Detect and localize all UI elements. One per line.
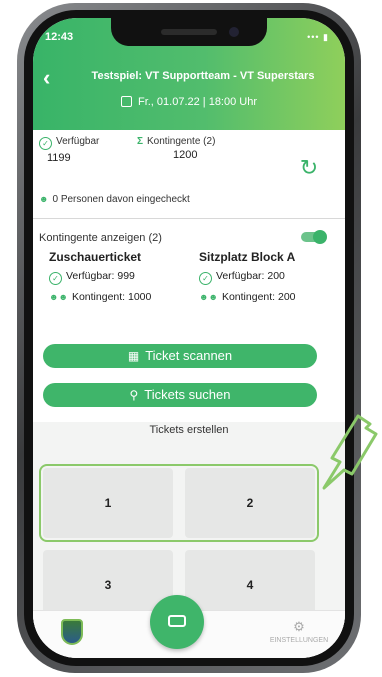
checked-in-status: ☻ 0 Personen davon eingecheckt <box>39 194 190 205</box>
highlight-frame <box>39 464 319 542</box>
event-date: Fr., 01.07.22 | 18:00 Uhr <box>33 96 345 108</box>
tab-settings[interactable]: ⚙ EINSTELLUNGEN <box>269 619 329 644</box>
contingents-toggle-label: Kontingente anzeigen (2) <box>39 232 162 244</box>
search-tickets-label: Tickets suchen <box>144 387 231 402</box>
ticket-icon <box>168 615 186 627</box>
calendar-icon <box>120 96 132 107</box>
scan-ticket-label: Ticket scannen <box>145 348 233 363</box>
contingent-quota: ☻☻ Kontingent: 200 <box>199 291 296 303</box>
contingent-available: ✓ Verfügbar: 200 <box>199 270 296 285</box>
toggle-knob <box>313 230 327 244</box>
club-crest-icon[interactable] <box>61 619 83 645</box>
back-button[interactable]: ‹ <box>43 67 50 89</box>
checked-in-text: 0 Personen davon eingecheckt <box>52 194 190 205</box>
contingent-quota-text: Kontingent: 200 <box>221 291 296 303</box>
check-circle-icon: ✓ <box>39 137 52 150</box>
refresh-icon[interactable]: ↻ <box>297 156 321 180</box>
scan-ticket-button[interactable]: ▦ Ticket scannen <box>43 344 317 368</box>
contingent-available-text: Verfügbar: 200 <box>216 270 285 282</box>
contingent-available-text: Verfügbar: 999 <box>66 270 135 282</box>
group-icon: ☻☻ <box>199 292 218 302</box>
contingent-quota-text: Kontingent: 1000 <box>71 291 152 303</box>
contingents-value: 1200 <box>173 149 198 161</box>
contingent-quota: ☻☻ Kontingent: 1000 <box>49 291 151 303</box>
gear-icon: ⚙ <box>293 619 305 634</box>
notch <box>111 18 267 46</box>
camera <box>229 27 239 37</box>
check-circle-icon: ✓ <box>199 272 212 285</box>
contingent-card: Sitzplatz Block A ✓ Verfügbar: 200 ☻☻ Kont… <box>199 250 296 309</box>
qr-icon: ▦ <box>127 349 140 363</box>
tab-settings-label: EINSTELLUNGEN <box>269 637 329 644</box>
stats-panel: ✓ Verfügbar 1199 Σ Kontingente (2) 1200 ↻ … <box>33 130 345 218</box>
contingent-card: Zuschauerticket ✓ Verfügbar: 999 ☻☻ Kontin… <box>49 250 151 309</box>
page-title: Testspiel: VT Supportteam - VT Superstar… <box>91 70 315 82</box>
person-check-icon: ☻ <box>39 194 49 204</box>
available-stat: ✓ Verfügbar 1199 <box>39 136 99 164</box>
search-tickets-button[interactable]: ⚲ Tickets suchen <box>43 383 317 407</box>
available-label: Verfügbar <box>56 136 100 147</box>
contingents-panel: Kontingente anzeigen (2) Zuschauerticket… <box>33 220 345 420</box>
contingent-name: Sitzplatz Block A <box>199 250 296 264</box>
search-icon: ⚲ <box>129 388 139 402</box>
status-time: 12:43 <box>45 31 74 43</box>
divider <box>33 218 345 219</box>
check-circle-icon: ✓ <box>49 272 62 285</box>
event-date-text: Fr., 01.07.22 | 18:00 Uhr <box>137 96 258 108</box>
contingents-label: Kontingente (2) <box>147 136 216 147</box>
ticket-fab-button[interactable] <box>150 595 204 649</box>
status-icons: ••• ▮ <box>307 32 329 42</box>
pointer-arrow-icon <box>322 414 378 490</box>
tickets-title: Tickets erstellen <box>149 424 229 436</box>
group-icon: ☻☻ <box>49 292 68 302</box>
sigma-icon: Σ <box>137 136 144 147</box>
available-value: 1199 <box>47 152 71 164</box>
contingents-stat: Σ Kontingente (2) 1200 <box>137 136 215 161</box>
phone-screen: 12:43 ••• ▮ ‹ Testspiel: VT Supportteam … <box>33 18 345 658</box>
contingent-available: ✓ Verfügbar: 999 <box>49 270 151 285</box>
contingent-name: Zuschauerticket <box>49 250 142 264</box>
contingents-toggle[interactable] <box>301 230 327 244</box>
speaker <box>161 29 217 35</box>
